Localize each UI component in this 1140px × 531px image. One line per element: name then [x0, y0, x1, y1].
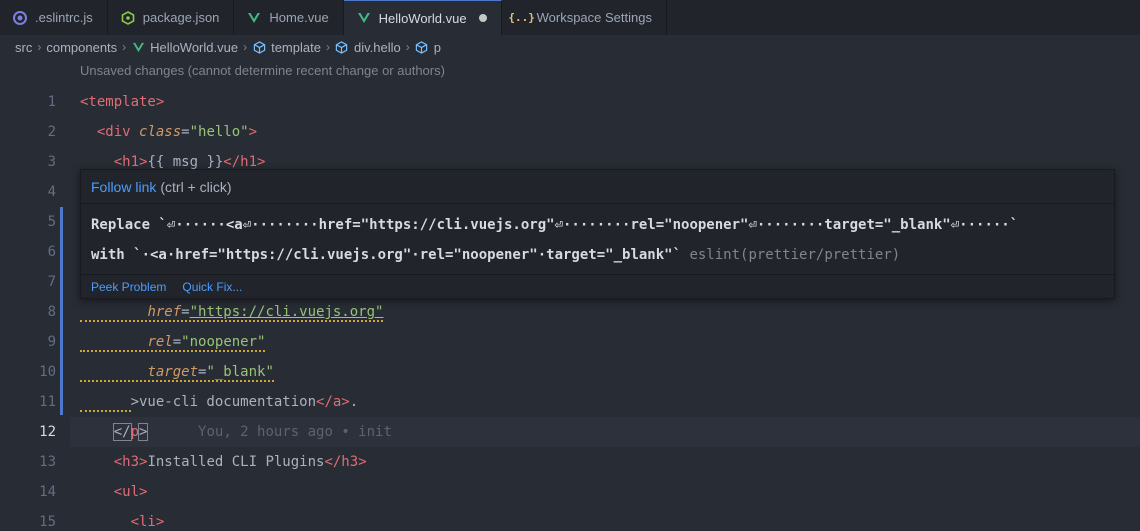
breadcrumb-item-components[interactable]: components	[46, 40, 117, 55]
code-line-9[interactable]: rel="noopener"	[80, 327, 266, 357]
line-number: 4	[47, 184, 56, 200]
line-number: 14	[39, 484, 56, 500]
code-line-1[interactable]: <template>	[80, 87, 164, 117]
lint-source: eslint(prettier/prettier)	[689, 247, 901, 263]
nodejs-icon	[120, 10, 136, 26]
line-number: 2	[47, 124, 56, 140]
line-number: 11	[39, 394, 56, 410]
vue-icon	[246, 10, 262, 26]
line-number: 7	[47, 274, 56, 290]
eslint-icon	[12, 10, 28, 26]
modified-lines-indicator[interactable]	[60, 207, 63, 415]
line-number: 13	[39, 454, 56, 470]
line-number: 6	[47, 244, 56, 260]
hover-actions: Peek Problem Quick Fix...	[81, 274, 1114, 298]
codelens-blame[interactable]: Unsaved changes (cannot determine recent…	[80, 63, 445, 78]
unsaved-dot-icon[interactable]	[478, 14, 487, 22]
tab-label: Home.vue	[269, 10, 329, 25]
code-line-14[interactable]: <ul>	[80, 477, 148, 507]
code-line-12[interactable]: </p> You, 2 hours ago • init	[80, 417, 392, 447]
breadcrumb-item-file[interactable]: HelloWorld.vue	[150, 40, 238, 55]
tab-label: Workspace Settings	[536, 10, 652, 25]
breadcrumb-item-div-hello[interactable]: div.hello	[354, 40, 401, 55]
line-number: 9	[47, 334, 56, 350]
code-editor[interactable]: Unsaved changes (cannot determine recent…	[0, 59, 1140, 531]
follow-link-hint: (ctrl + click)	[160, 178, 232, 195]
breadcrumb-item-template[interactable]: template	[271, 40, 321, 55]
vue-icon	[131, 40, 145, 54]
tab-label: HelloWorld.vue	[378, 10, 467, 26]
follow-link[interactable]: Follow link	[91, 179, 156, 195]
inline-blame: You, 2 hours ago • init	[198, 424, 392, 440]
symbol-cube-icon	[252, 40, 266, 54]
line-number: 10	[39, 364, 56, 380]
code-line-2[interactable]: <div class="hello">	[80, 117, 257, 147]
breadcrumb-item-p[interactable]: p	[434, 40, 441, 55]
tab-eslintrc[interactable]: .eslintrc.js	[0, 0, 108, 35]
json-braces-icon: {..}	[508, 11, 535, 24]
lint-message: Replace `⏎······<a⏎········href="https:/…	[81, 204, 1114, 270]
chevron-right-icon: ›	[405, 40, 410, 54]
line-number-current: 12	[39, 424, 56, 440]
symbol-cube-icon	[415, 40, 429, 54]
tab-home-vue[interactable]: Home.vue	[234, 0, 344, 35]
tab-helloworld-vue[interactable]: HelloWorld.vue	[343, 0, 502, 35]
tab-bar: .eslintrc.js package.json Home.vue Hello…	[0, 0, 1140, 35]
peek-problem-link[interactable]: Peek Problem	[91, 280, 166, 294]
code-line-11[interactable]: >vue-cli documentation</a>.	[80, 387, 358, 417]
line-number: 1	[47, 94, 56, 110]
code-line-13[interactable]: <h3>Installed CLI Plugins</h3>	[80, 447, 367, 477]
lint-message-line-2: with `·<a·href="https://cli.vuejs.org"·r…	[91, 240, 1104, 270]
lint-message-line-1: Replace `⏎······<a⏎········href="https:/…	[91, 217, 1019, 233]
code-line-8[interactable]: href="https://cli.vuejs.org"	[80, 297, 384, 327]
chevron-right-icon: ›	[325, 40, 330, 54]
breadcrumb: src › components › HelloWorld.vue › temp…	[0, 35, 1140, 59]
tab-workspace-settings[interactable]: {..} Workspace Settings	[502, 0, 667, 35]
chevron-right-icon: ›	[243, 40, 248, 54]
hover-widget: Follow link (ctrl + click) Replace `⏎···…	[80, 169, 1115, 299]
line-number: 5	[47, 214, 56, 230]
code-line-10[interactable]: target="_blank"	[80, 357, 274, 387]
vue-icon	[356, 10, 372, 26]
tab-label: .eslintrc.js	[35, 10, 93, 25]
line-number: 3	[47, 154, 56, 170]
chevron-right-icon: ›	[37, 40, 42, 54]
tab-package-json[interactable]: package.json	[108, 0, 235, 35]
chevron-right-icon: ›	[122, 40, 127, 54]
breadcrumb-item-src[interactable]: src	[15, 40, 32, 55]
lint-message-with: with `·<a·href="https://cli.vuejs.org"·r…	[91, 247, 682, 263]
hover-link-row: Follow link (ctrl + click)	[81, 170, 1114, 204]
symbol-cube-icon	[335, 40, 349, 54]
line-number: 15	[39, 514, 56, 530]
quick-fix-link[interactable]: Quick Fix...	[182, 280, 242, 294]
tab-label: package.json	[142, 10, 220, 25]
code-line-15[interactable]: <li>	[80, 507, 165, 531]
line-number: 8	[47, 304, 56, 320]
